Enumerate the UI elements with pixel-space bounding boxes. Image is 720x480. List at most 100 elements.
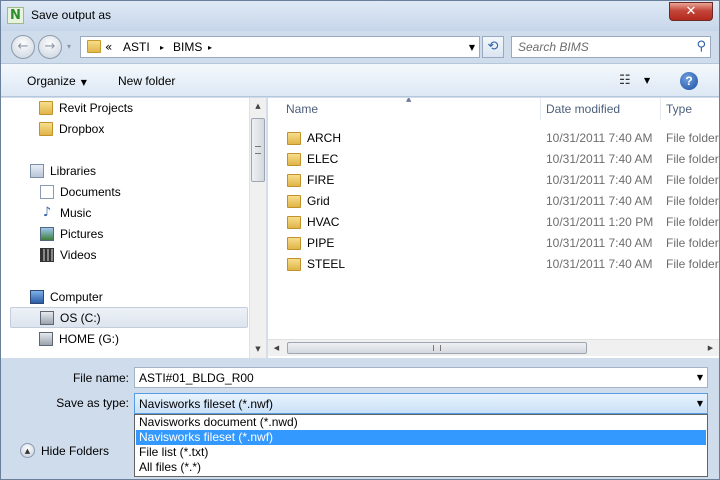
grip-icon [255,146,261,154]
nav-item-label: Videos [60,248,97,262]
search-input[interactable] [512,37,688,57]
search-icon[interactable]: ⚲ [696,39,706,54]
nav-item-home-g[interactable]: HOME (G:) [39,329,239,349]
folder-icon [287,195,301,208]
nav-item-documents[interactable]: Documents [40,182,240,202]
close-button[interactable]: ✕ [669,2,713,21]
nav-vertical-scrollbar[interactable]: ▲ ▼ [249,98,266,358]
file-date: 10/31/2011 7:40 AM [546,131,653,145]
file-name-input[interactable] [135,368,685,387]
file-name: Grid [307,194,330,208]
documents-icon [40,185,54,199]
scroll-left-icon[interactable]: ◀ [268,340,285,356]
recent-locations-dropdown[interactable]: ▾ [67,42,71,51]
navigation-pane: Revit Projects Dropbox Libraries Documen… [1,98,267,358]
file-date: 10/31/2011 7:40 AM [546,236,653,250]
save-dialog: N Save output as ✕ ← → ▾ « ASTI ▸ BIMS ▸… [0,0,720,480]
nav-item-label: Dropbox [59,122,105,136]
nav-item-pictures[interactable]: Pictures [40,224,240,244]
file-list-horizontal-scrollbar[interactable]: ◀ ▶ [268,339,719,356]
folder-icon [287,258,301,271]
help-button[interactable]: ? [680,72,698,90]
change-view-button[interactable]: ☷ [619,73,631,88]
nav-item-os-c[interactable]: OS (C:) [10,307,248,328]
file-row[interactable]: PIPE 10/31/2011 7:40 AM File folder [281,233,719,254]
search-box[interactable]: ⚲ [511,36,711,58]
scroll-right-icon[interactable]: ▶ [702,340,719,356]
title-bar: N Save output as ✕ [1,1,719,31]
forward-button[interactable]: → [38,35,62,59]
organize-button[interactable]: Organize ▼ [27,74,87,88]
save-as-type-options: Navisworks document (*.nwd) Navisworks f… [134,414,708,477]
new-folder-button[interactable]: New folder [118,74,175,88]
breadcrumb-bims[interactable]: BIMS [173,40,202,54]
nav-item-computer[interactable]: Computer [30,287,230,307]
file-type: File folder [666,215,719,229]
network-drive-icon [39,332,53,346]
nav-item-revit-projects[interactable]: Revit Projects [39,98,239,118]
folder-icon [287,174,301,187]
file-type: File folder [666,173,719,187]
file-row[interactable]: Grid 10/31/2011 7:40 AM File folder [281,191,719,212]
nav-item-videos[interactable]: Videos [40,245,240,265]
breadcrumb-asti[interactable]: ASTI [123,40,150,54]
chevron-down-icon: ▼ [644,76,651,85]
file-list-pane: ▲ Name Date modified Type ARCH 10/31/201… [268,98,719,358]
breadcrumb-separator-icon[interactable]: ▸ [208,43,212,52]
file-date: 10/31/2011 7:40 AM [546,173,653,187]
view-options-dropdown[interactable]: ▼ [644,76,650,85]
address-bar[interactable]: « ASTI ▸ BIMS ▸ ▼ [80,36,480,58]
file-type: File folder [666,152,719,166]
nav-item-label: HOME (G:) [59,332,119,346]
file-row[interactable]: FIRE 10/31/2011 7:40 AM File folder [281,170,719,191]
scroll-down-icon[interactable]: ▼ [250,341,266,358]
file-name-combobox[interactable]: ▼ [134,367,708,388]
option-nwf[interactable]: Navisworks fileset (*.nwf) [136,430,706,445]
chevron-down-icon: ▼ [80,78,87,87]
nav-item-dropbox[interactable]: Dropbox [39,119,239,139]
option-nwd[interactable]: Navisworks document (*.nwd) [136,415,706,430]
scroll-thumb[interactable] [251,118,265,182]
address-dropdown-icon[interactable]: ▼ [469,43,475,52]
file-name: STEEL [307,257,346,271]
nav-item-label: Pictures [60,227,104,241]
file-date: 10/31/2011 1:20 PM [546,215,654,229]
file-row[interactable]: ARCH 10/31/2011 7:40 AM File folder [281,128,719,149]
column-header-date-modified[interactable]: Date modified [541,98,661,120]
scroll-up-icon[interactable]: ▲ [250,98,266,115]
chevron-down-icon[interactable]: ▼ [697,373,703,382]
nav-item-music[interactable]: ♪ Music [40,203,240,223]
file-row[interactable]: ELEC 10/31/2011 7:40 AM File folder [281,149,719,170]
nav-item-label: Computer [50,290,103,304]
close-icon: ✕ [685,4,697,19]
library-icon [30,164,44,178]
organize-label: Organize [27,74,76,88]
chevron-down-icon: ▾ [67,42,72,51]
nav-item-libraries[interactable]: Libraries [30,161,230,181]
breadcrumb-overflow[interactable]: « [105,40,112,54]
details-view-icon: ☷ [619,73,631,88]
column-header-name[interactable]: Name [281,98,541,120]
file-date: 10/31/2011 7:40 AM [546,194,653,208]
chevron-down-icon[interactable]: ▼ [697,399,703,408]
folder-icon [287,216,301,229]
folder-icon [287,132,301,145]
file-name: PIPE [307,236,335,250]
refresh-button[interactable]: ⟲ [482,36,504,58]
forward-arrow-icon: → [44,39,56,54]
save-as-type-select[interactable]: Navisworks fileset (*.nwf) ▼ [134,393,708,414]
scroll-thumb[interactable] [287,342,587,354]
file-name-label: File name: [72,371,129,385]
option-txt[interactable]: File list (*.txt) [136,445,706,460]
back-button[interactable]: ← [11,35,35,59]
file-name: ELEC [307,152,339,166]
file-type: File folder [666,194,719,208]
file-row[interactable]: STEEL 10/31/2011 7:40 AM File folder [281,254,719,275]
pictures-icon [40,227,54,241]
column-header-type[interactable]: Type [661,98,719,120]
breadcrumb-separator-icon[interactable]: ▸ [160,43,164,52]
option-all-files[interactable]: All files (*.*) [136,460,706,475]
file-row[interactable]: HVAC 10/31/2011 1:20 PM File folder [281,212,719,233]
help-icon: ? [685,74,693,88]
nav-item-label: Revit Projects [59,101,134,115]
